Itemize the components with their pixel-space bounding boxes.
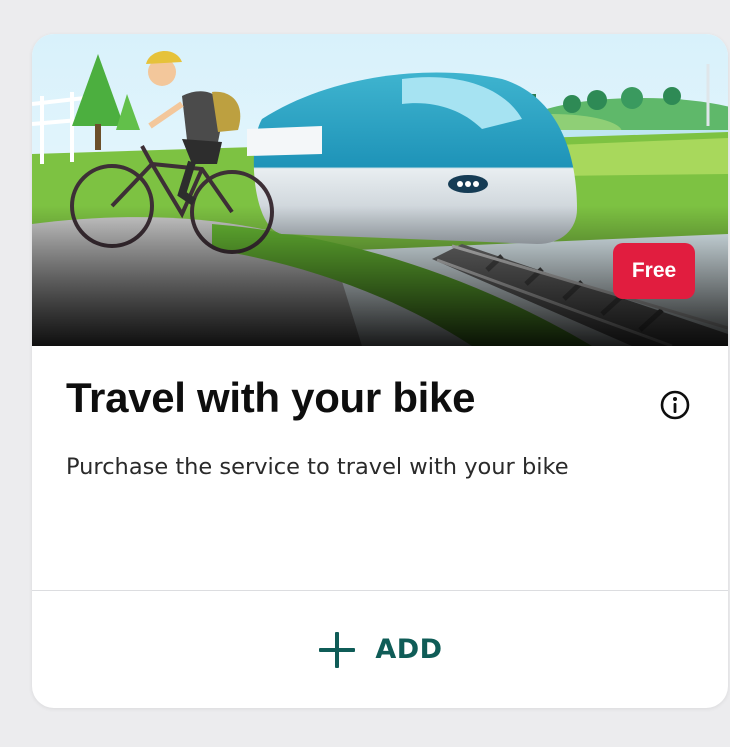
info-circle-icon [660, 390, 690, 420]
bike-train-illustration [32, 34, 728, 346]
product-description: Purchase the service to travel with your… [66, 454, 569, 480]
add-button[interactable]: ADD [32, 591, 728, 708]
info-button[interactable] [658, 388, 692, 422]
product-title: Travel with your bike [66, 374, 476, 421]
plus-icon [319, 631, 356, 668]
add-label: ADD [375, 634, 443, 665]
hero-image: Free [32, 34, 728, 346]
product-card: Free Travel with your bike Purchase the … [32, 34, 728, 708]
free-badge: Free [613, 243, 695, 299]
